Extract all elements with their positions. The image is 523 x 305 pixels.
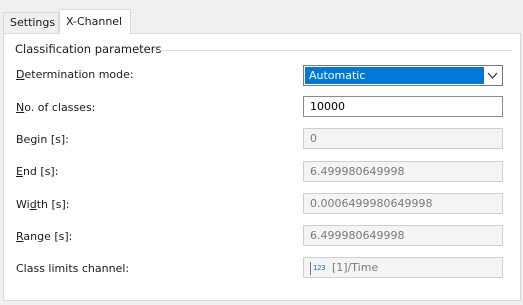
- determination-mode-label: Determination mode:: [16, 68, 134, 81]
- numeric-channel-icon: 123: [310, 261, 328, 275]
- no-of-classes-input[interactable]: 10000: [303, 96, 503, 117]
- no-of-classes-label: No. of classes:: [16, 101, 96, 114]
- chevron-down-icon: [487, 72, 498, 79]
- end-label: End [s]:: [16, 165, 59, 178]
- width-label: Width [s]:: [16, 198, 70, 211]
- group-title: Classification parameters: [15, 42, 162, 56]
- tab-x-channel[interactable]: X-Channel: [59, 9, 131, 34]
- determination-mode-select[interactable]: Automatic: [303, 65, 503, 86]
- range-field[interactable]: 6.499980649998: [303, 225, 503, 246]
- end-field[interactable]: 6.499980649998: [303, 161, 503, 182]
- class-limits-channel-value: [1]/Time: [332, 261, 379, 274]
- tab-settings[interactable]: Settings: [3, 12, 59, 32]
- class-limits-channel-label: Class limits channel:: [16, 262, 130, 275]
- group-divider: [154, 50, 512, 51]
- begin-field[interactable]: 0: [303, 128, 503, 149]
- width-field[interactable]: 0.0006499980649998: [303, 193, 503, 214]
- begin-label: Begin [s]:: [16, 133, 69, 146]
- determination-mode-value: Automatic: [305, 67, 484, 84]
- range-label: Range [s]:: [16, 230, 73, 243]
- class-limits-channel-field[interactable]: 123 [1]/Time: [303, 257, 503, 278]
- x-channel-panel: Classification parameters Determination …: [3, 33, 521, 301]
